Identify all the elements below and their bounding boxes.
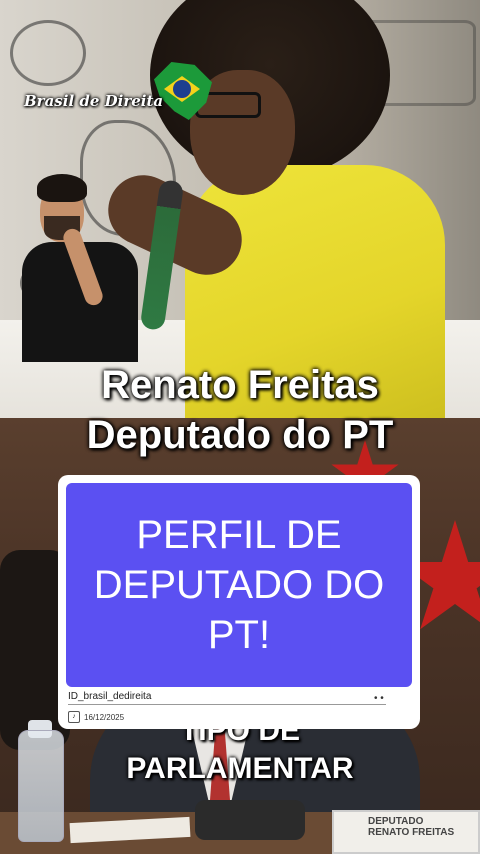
nameplate-line2: RENATO FREITAS [368, 827, 455, 838]
headline-line2: Deputado do PT [86, 413, 394, 457]
brand-logo: Brasil de Direita [22, 62, 212, 132]
presenter-cutout [22, 172, 138, 362]
nameplate-line1: DEPUTADO [368, 816, 424, 827]
headline: Renato Freitas Deputado do PT [0, 360, 480, 460]
headline-line1: Renato Freitas [101, 363, 379, 407]
account-id: ID_brasil_dedireita [68, 691, 152, 702]
presenter-hair [37, 174, 87, 202]
mic-base [195, 800, 305, 840]
text-post-body: PERFIL DE DEPUTADO DO PT! [66, 483, 412, 687]
post-date: 16/12/2025 [84, 712, 125, 722]
caption-line2: PARLAMENTAR [126, 752, 354, 785]
video-frame[interactable]: DEPUTADO RENATO FREITAS Brasil de Direit… [0, 0, 480, 854]
nameplate: DEPUTADO RENATO FREITAS [332, 810, 480, 854]
more-dots: • • [374, 693, 384, 704]
text-post-text: PERFIL DE DEPUTADO DO PT! [93, 513, 385, 657]
card-divider [68, 704, 386, 705]
text-post-card[interactable]: PERFIL DE DEPUTADO DO PT! ID_brasil_dedi… [58, 475, 420, 729]
tiktok-icon: ♪ [68, 711, 80, 723]
brazil-flag-globe [173, 80, 191, 98]
brand-name: Brasil de Direita [24, 92, 164, 110]
card-date-row: ♪ 16/12/2025 [68, 711, 124, 723]
